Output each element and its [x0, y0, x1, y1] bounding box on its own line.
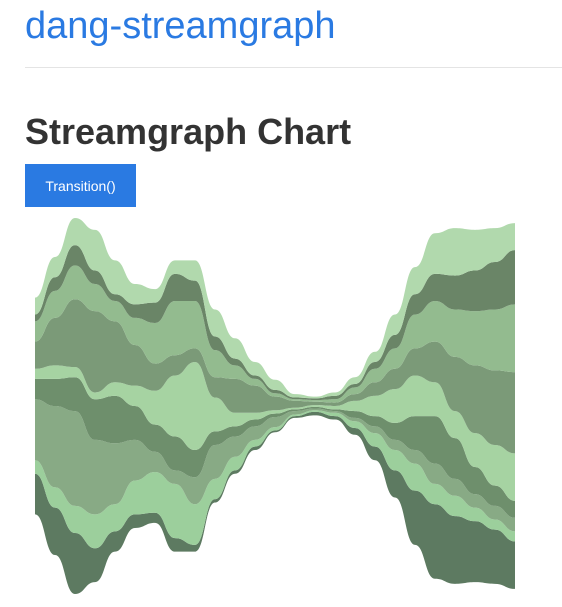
site-title[interactable]: dang-streamgraph	[25, 2, 336, 50]
page-title: Streamgraph Chart	[25, 111, 352, 152]
transition-button[interactable]: Transition()	[25, 164, 136, 207]
streamgraph-chart	[35, 214, 515, 598]
header-divider	[25, 67, 562, 68]
streamgraph-svg	[35, 218, 515, 594]
